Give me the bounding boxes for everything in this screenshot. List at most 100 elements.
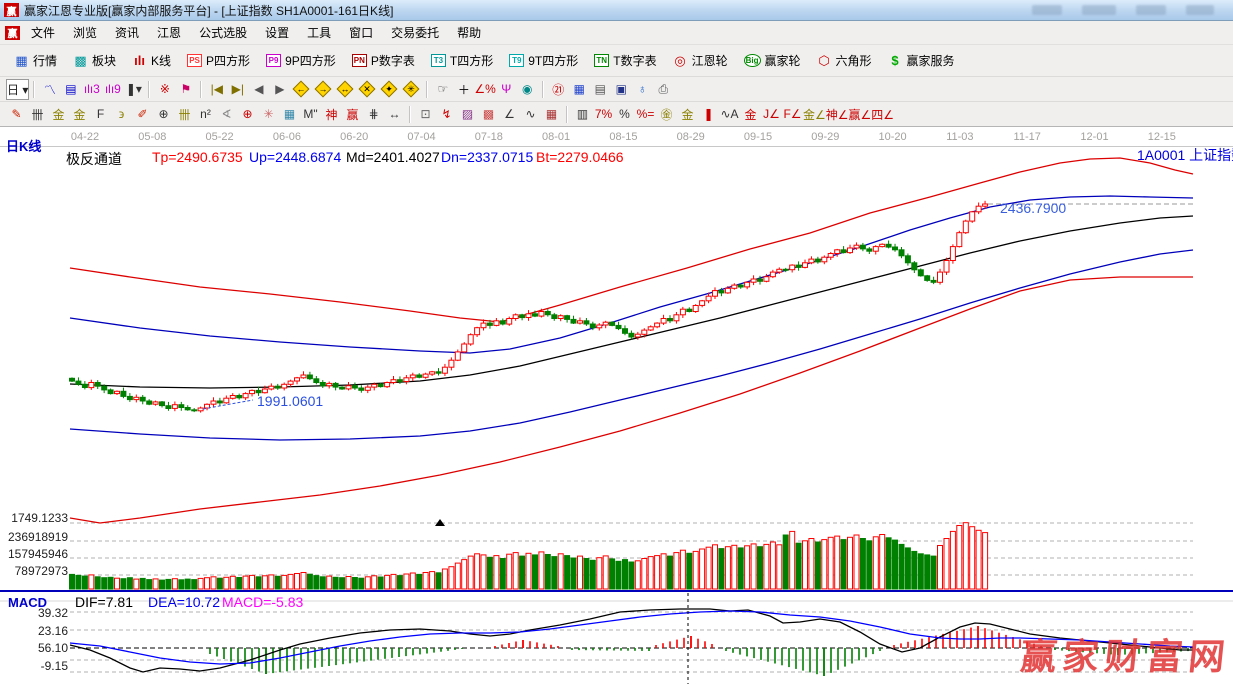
menu-5[interactable]: 设置 [256, 21, 298, 44]
zigzag-tool-icon[interactable]: 〽 [39, 80, 60, 99]
spiral-icon[interactable]: ϶ [111, 105, 132, 124]
last-bar-icon[interactable]: ▶| [227, 80, 248, 99]
first-bar-icon[interactable]: |◀ [206, 80, 227, 99]
period-day-dropdown[interactable]: 日 ▾ [6, 79, 29, 100]
menu-7[interactable]: 窗口 [340, 21, 382, 44]
angle-percent-icon[interactable]: ∠% [474, 80, 495, 99]
t-square-button[interactable]: T3T四方形 [423, 49, 501, 72]
wave-v-icon[interactable]: ∿ [520, 105, 541, 124]
comb2-icon[interactable]: 卌 [174, 105, 195, 124]
shen-comb-icon[interactable]: 神 [321, 105, 342, 124]
gold-comb-icon[interactable]: 金 [48, 105, 69, 124]
t-square-button-label: T四方形 [450, 52, 493, 69]
comb-icon[interactable]: 卌 [27, 105, 48, 124]
bars3-icon[interactable]: ılı3 [81, 80, 102, 99]
brain-icon[interactable]: ◉ [517, 80, 538, 99]
menu-9[interactable]: 帮助 [448, 21, 490, 44]
pct7-icon[interactable]: 7% [593, 105, 614, 124]
candle-flag-icon[interactable]: ❚ [698, 105, 719, 124]
width-arrows-icon[interactable]: ↔ [384, 105, 405, 124]
gold-circle-icon[interactable]: ㊎ [656, 105, 677, 124]
gold-comb2-icon[interactable]: 金 [69, 105, 90, 124]
f-comb-icon[interactable]: F [90, 105, 111, 124]
p-table-button[interactable]: PNP数字表 [344, 49, 423, 72]
angle-a-icon[interactable]: ∢ [216, 105, 237, 124]
gold-red-icon[interactable]: 金 [740, 105, 761, 124]
hand-icon[interactable]: ☞ [432, 80, 453, 99]
winner-service-button[interactable]: $赢家服务 [880, 49, 963, 72]
t-table-button[interactable]: TNT数字表 [586, 49, 664, 72]
spiderweb-icon[interactable]: ✳ [258, 105, 279, 124]
diamond-compress-icon[interactable]: ✕ [359, 81, 376, 98]
date-tick-04-22: 04-22 [71, 131, 99, 143]
j-angle-icon[interactable]: J∠ [761, 105, 782, 124]
grid-a-icon[interactable]: ▦ [541, 105, 562, 124]
prev-bar-icon[interactable]: ◀ [248, 80, 269, 99]
menu-0[interactable]: 文件 [22, 21, 64, 44]
gold-angle-icon[interactable]: 金∠ [803, 105, 826, 124]
diamond-star8-icon[interactable]: ✳ [403, 81, 420, 98]
web-box-icon[interactable]: ▩ [478, 105, 499, 124]
win-comb-icon[interactable]: 赢 [342, 105, 363, 124]
brush-icon[interactable]: ✐ [132, 105, 153, 124]
win-angle-icon[interactable]: 赢∠ [849, 105, 872, 124]
candle-dropdown[interactable]: ❚▾ [123, 80, 144, 99]
fan-red-icon[interactable]: ↯ [436, 105, 457, 124]
diamond-hswap-icon[interactable]: ↔ [337, 81, 354, 98]
calculator-icon[interactable]: ▦ [569, 80, 590, 99]
menu-2[interactable]: 资讯 [106, 21, 148, 44]
menu-4[interactable]: 公式选股 [190, 21, 256, 44]
fan-box-icon[interactable]: ▨ [457, 105, 478, 124]
menu-1[interactable]: 浏览 [64, 21, 106, 44]
crosshair-icon[interactable]: ＋ [453, 80, 474, 99]
chart-area[interactable]: 04-2205-0805-2206-0606-2007-0407-1808-01… [0, 127, 1233, 684]
save-icon[interactable]: ▣ [611, 80, 632, 99]
n-squared-icon[interactable]: n² [195, 105, 216, 124]
calendar-icon[interactable]: ㉑ [548, 80, 569, 99]
gann-grid-icon[interactable]: Ψ [496, 80, 517, 99]
four-angle-icon[interactable]: 四∠ [871, 105, 894, 124]
kline-button[interactable]: ılıK线 [124, 49, 179, 72]
pct-icon[interactable]: % [614, 105, 635, 124]
gann-wheel-button[interactable]: ◎江恩轮 [665, 49, 736, 72]
9t-square-button[interactable]: T99T四方形 [501, 49, 586, 72]
gold-line-icon[interactable]: 金 [677, 105, 698, 124]
macd-dif-value: DIF=7.81 [75, 594, 133, 610]
9p-square-button[interactable]: P99P四方形 [258, 49, 344, 72]
print-icon[interactable]: ⎙ [653, 80, 674, 99]
quotes-button[interactable]: ▦行情 [6, 49, 65, 72]
diamond-left-icon[interactable]: ← [293, 81, 310, 98]
network-icon[interactable]: ♁ [632, 80, 653, 99]
pct-line-icon[interactable]: %= [635, 105, 656, 124]
ruler-icon[interactable]: ⋕ [363, 105, 384, 124]
shen-angle-icon[interactable]: 神∠ [826, 105, 849, 124]
notes-icon[interactable]: ▤ [590, 80, 611, 99]
angle-line-icon[interactable]: ∠ [499, 105, 520, 124]
next-bar-icon[interactable]: ▶ [269, 80, 290, 99]
menu-8[interactable]: 交易委托 [382, 21, 448, 44]
menu-6[interactable]: 工具 [298, 21, 340, 44]
target-icon[interactable]: ⊕ [237, 105, 258, 124]
f-angle-icon[interactable]: F∠ [782, 105, 803, 124]
menu-3[interactable]: 江恩 [148, 21, 190, 44]
m-quote-icon[interactable]: M" [300, 105, 321, 124]
hexagon-button[interactable]: ⬡六角形 [809, 49, 880, 72]
grid-web-icon[interactable]: ▦ [279, 105, 300, 124]
clock-circle-icon[interactable]: ⊕ [153, 105, 174, 124]
diamond-star4-icon[interactable]: ✦ [381, 81, 398, 98]
box-select-icon[interactable]: ⊡ [415, 105, 436, 124]
column-chart-icon[interactable]: ▥ [572, 105, 593, 124]
winner-service-button-icon: $ [888, 54, 903, 67]
pen-icon[interactable]: ✎ [6, 105, 27, 124]
p-square-button[interactable]: PSP四方形 [179, 49, 258, 72]
diamond-right-icon[interactable]: → [315, 81, 332, 98]
a-wave-icon[interactable]: ∿A [719, 105, 740, 124]
report-icon[interactable]: ▤ [60, 80, 81, 99]
toolbar-separator [148, 81, 150, 98]
date-tick-06-20: 06-20 [340, 131, 368, 143]
pattern-icon[interactable]: ※ [154, 80, 175, 99]
flag-icon[interactable]: ⚑ [175, 80, 196, 99]
bars9-icon[interactable]: ılı9 [102, 80, 123, 99]
sector-button[interactable]: ▩板块 [65, 49, 124, 72]
winner-wheel-button[interactable]: Big赢家轮 [736, 49, 809, 72]
